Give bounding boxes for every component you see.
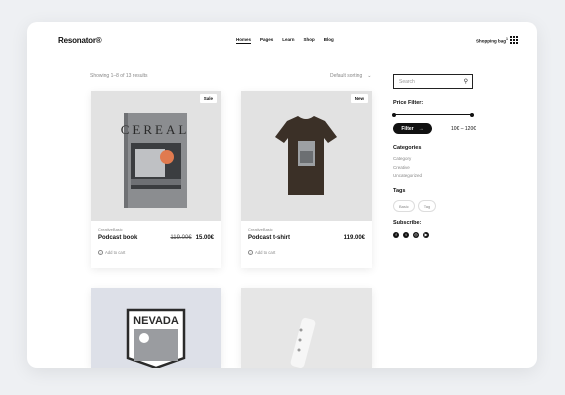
chevron-down-icon: ⌄ bbox=[367, 73, 372, 79]
facebook-icon[interactable]: f bbox=[393, 232, 399, 238]
product-image[interactable] bbox=[241, 288, 372, 368]
product-card[interactable]: CEREAL Sale CreativeBasic Podcast book 1… bbox=[91, 91, 221, 268]
nevada-patch-text: NEVADA bbox=[133, 315, 179, 327]
subscribe-title: Subscribe: bbox=[393, 220, 422, 226]
price-filter-title: Price Filter: bbox=[393, 100, 424, 106]
add-to-cart-label: Add to cart bbox=[105, 250, 126, 255]
price-range-value: 10€ – 120€ bbox=[451, 126, 477, 132]
results-count: Showing 1–8 of 13 results bbox=[90, 73, 148, 79]
social-links: f t ◎ ▶ bbox=[393, 232, 429, 238]
check-icon: ✓ bbox=[98, 250, 103, 255]
categories-title: Categories bbox=[393, 145, 422, 151]
tag-chip[interactable]: Basic bbox=[393, 200, 415, 212]
slider-handle-min[interactable] bbox=[392, 112, 396, 117]
new-badge: New bbox=[350, 94, 368, 103]
shopping-bag-link[interactable]: Shopping bag1 bbox=[476, 37, 508, 44]
current-price: 15.00€ bbox=[195, 235, 214, 241]
filter-button[interactable]: Filter → bbox=[393, 123, 432, 134]
tags-list: Basic Tag bbox=[393, 200, 437, 212]
nevada-patch-image: NEVADA bbox=[126, 308, 186, 368]
youtube-icon[interactable]: ▶ bbox=[423, 232, 429, 238]
nav-blog[interactable]: Blog bbox=[324, 37, 334, 44]
page-frame: Resonator® Homes Pages Learn Shop Blog S… bbox=[27, 22, 537, 368]
slider-handle-max[interactable] bbox=[470, 112, 474, 117]
tags-title: Tags bbox=[393, 188, 406, 194]
product-card[interactable]: NEVADA bbox=[91, 288, 221, 368]
sort-select[interactable]: Default sorting ⌄ bbox=[330, 73, 371, 79]
product-name[interactable]: Podcast t-shirt bbox=[248, 235, 290, 241]
cereal-cover-text: CEREAL bbox=[121, 122, 190, 137]
nav-homes[interactable]: Homes bbox=[236, 37, 252, 44]
category-link[interactable]: Category bbox=[393, 155, 422, 164]
category-link[interactable]: Creative bbox=[393, 164, 422, 173]
nav-shop[interactable]: Shop bbox=[304, 37, 315, 44]
product-card[interactable]: New CreativeBasic Podcast t-shirt 119.00… bbox=[241, 91, 372, 268]
sale-badge: Sale bbox=[199, 94, 217, 103]
nav-pages[interactable]: Pages bbox=[260, 37, 273, 44]
product-image[interactable]: New bbox=[241, 91, 372, 221]
menu-grid-icon[interactable] bbox=[510, 36, 518, 44]
twitter-icon[interactable]: t bbox=[403, 232, 409, 238]
check-icon: ✓ bbox=[248, 250, 253, 255]
arrow-right-icon: → bbox=[418, 125, 424, 132]
product-card[interactable] bbox=[241, 288, 372, 368]
white-object-image bbox=[290, 317, 316, 368]
product-image[interactable]: NEVADA bbox=[91, 288, 221, 368]
price-range-slider[interactable] bbox=[392, 112, 474, 117]
product-category[interactable]: CreativeBasic bbox=[248, 227, 273, 232]
site-logo[interactable]: Resonator® bbox=[58, 36, 102, 45]
tag-chip[interactable]: Tag bbox=[417, 200, 437, 212]
sort-label: Default sorting bbox=[330, 73, 363, 79]
category-link[interactable]: Uncategorized bbox=[393, 172, 422, 181]
add-to-cart-label: Add to cart bbox=[255, 250, 276, 255]
product-category[interactable]: CreativeBasic bbox=[98, 227, 123, 232]
search-input[interactable]: Search ⚲ bbox=[393, 74, 473, 89]
nav-learn[interactable]: Learn bbox=[282, 37, 294, 44]
search-placeholder: Search bbox=[399, 79, 415, 85]
instagram-icon[interactable]: ◎ bbox=[413, 232, 419, 238]
old-price: 119.00€ bbox=[170, 235, 192, 241]
add-to-cart-button[interactable]: ✓ Add to cart bbox=[248, 250, 275, 255]
tshirt-image bbox=[275, 116, 337, 195]
categories-list: Category Creative Uncategorized bbox=[393, 155, 422, 181]
product-price: 119.00€ 15.00€ bbox=[170, 235, 214, 241]
add-to-cart-button[interactable]: ✓ Add to cart bbox=[98, 250, 125, 255]
product-price: 119.00€ bbox=[343, 235, 365, 241]
filter-button-label: Filter bbox=[401, 125, 414, 132]
shopping-bag-label: Shopping bag bbox=[476, 38, 506, 44]
search-icon[interactable]: ⚲ bbox=[464, 78, 468, 85]
product-image[interactable]: CEREAL Sale bbox=[91, 91, 221, 221]
cereal-book-image: CEREAL bbox=[121, 113, 190, 208]
main-nav: Homes Pages Learn Shop Blog bbox=[236, 37, 334, 44]
bag-count-badge: 1 bbox=[506, 37, 508, 41]
product-name[interactable]: Podcast book bbox=[98, 235, 137, 241]
